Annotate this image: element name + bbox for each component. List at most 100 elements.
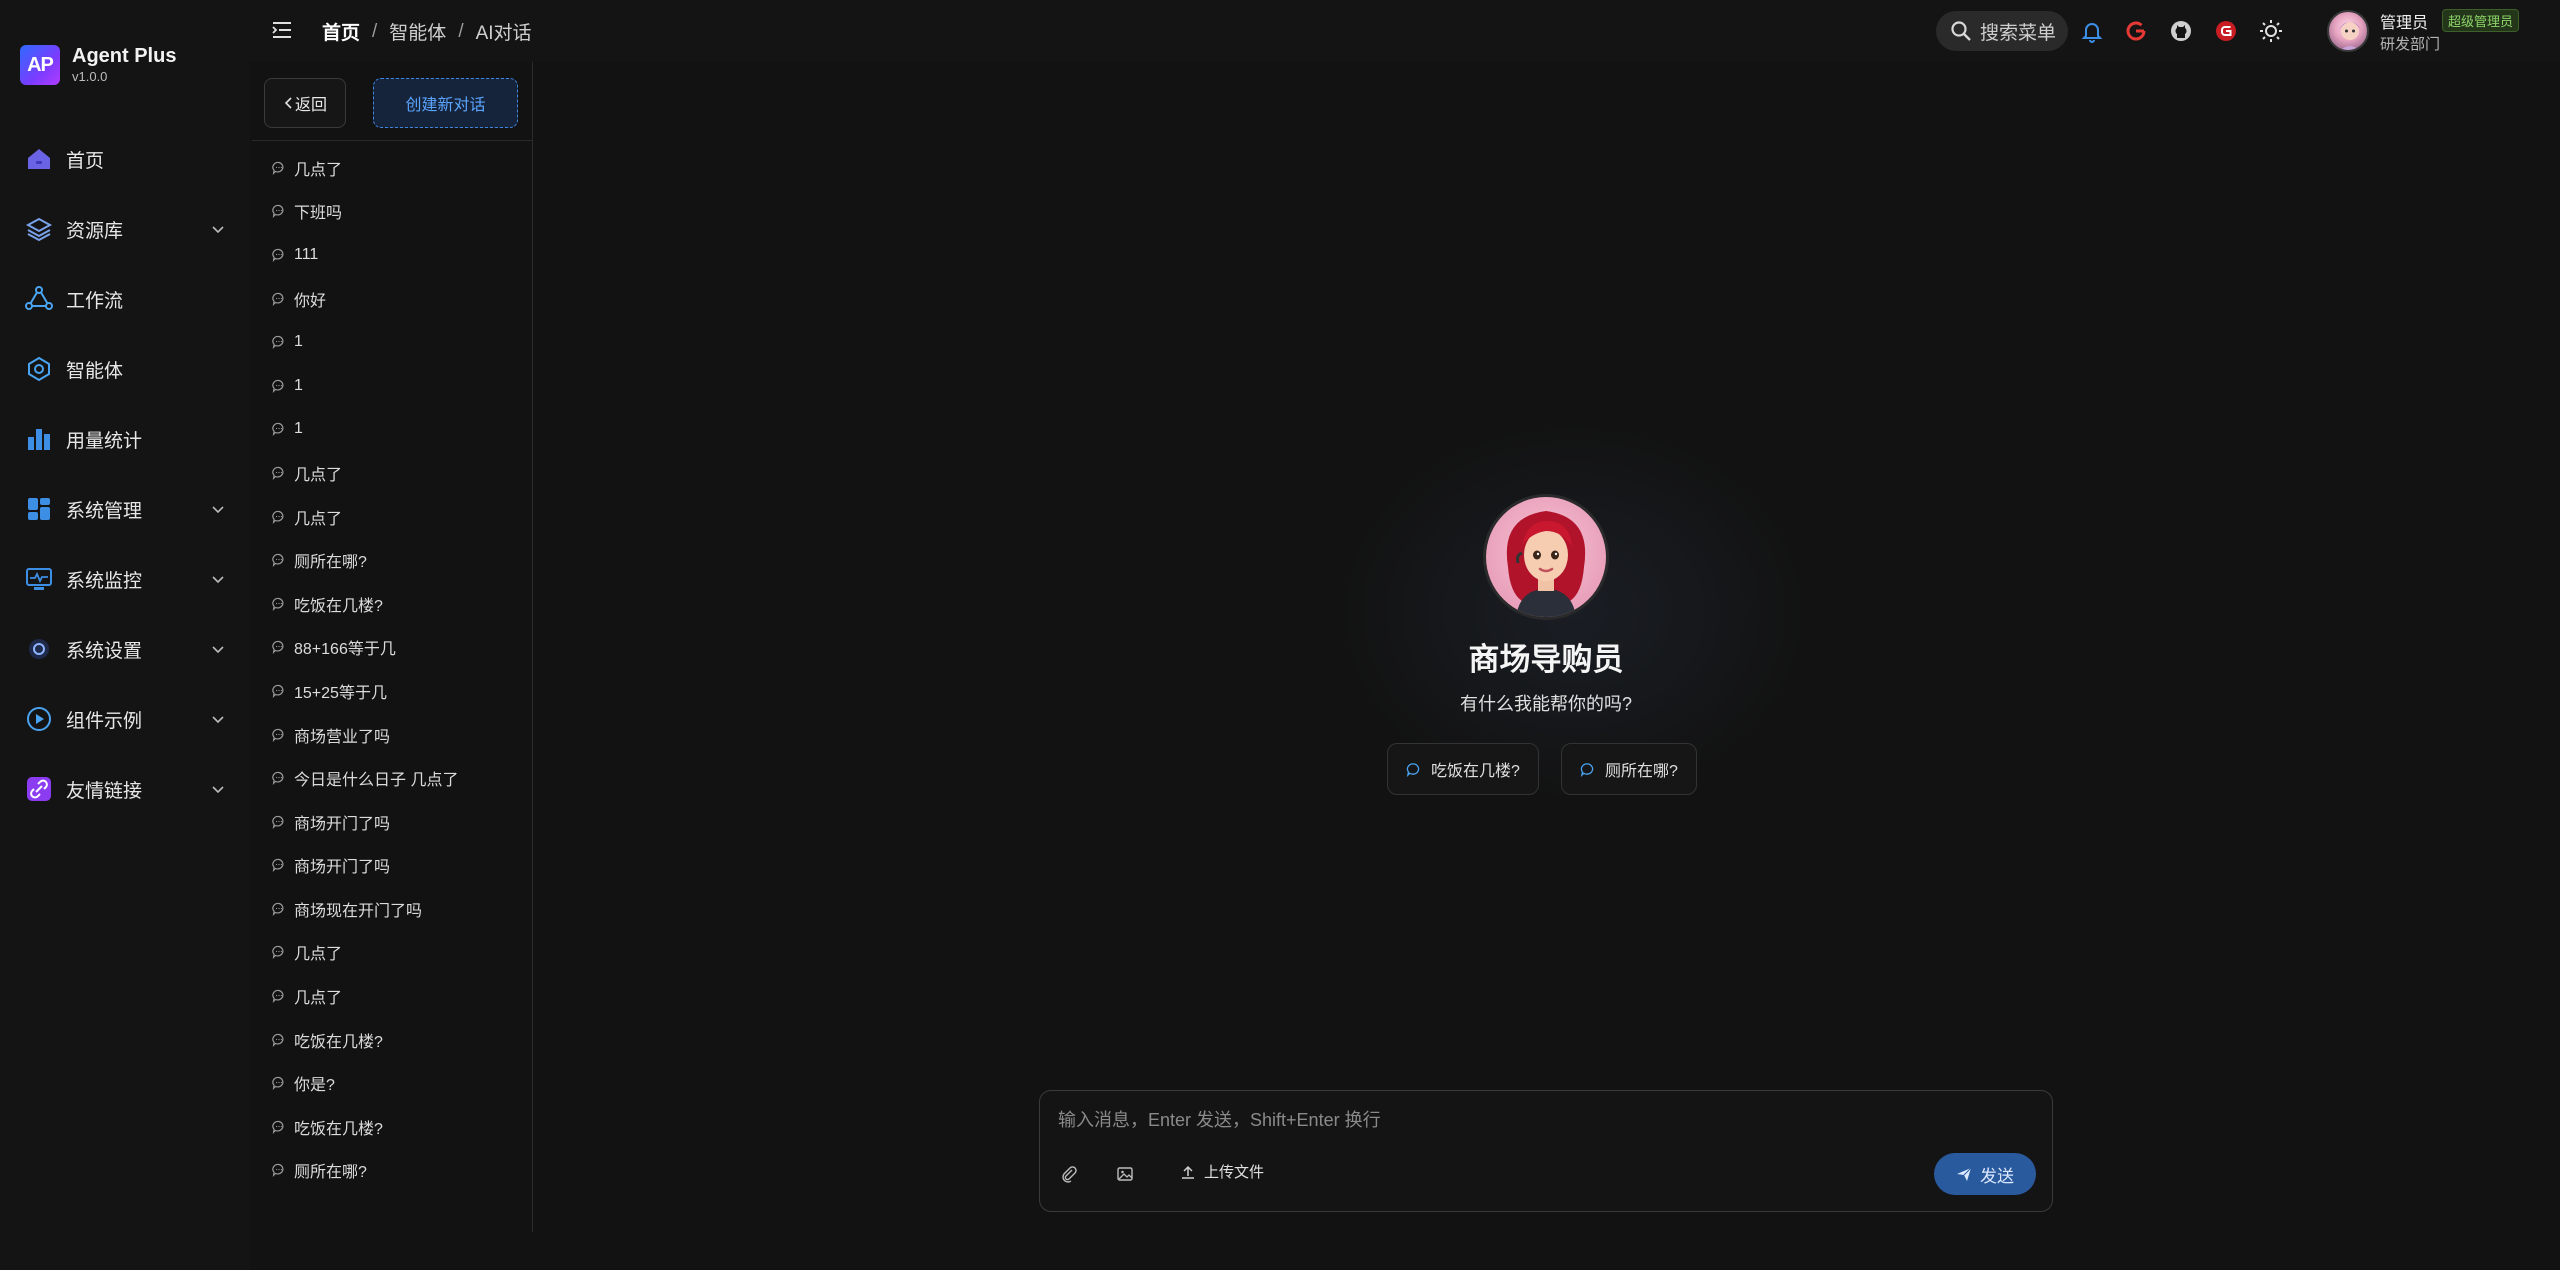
- user-role-badge: 超级管理员: [2442, 9, 2520, 32]
- chat-bubble-icon: [272, 205, 284, 219]
- conversation-title: 商场现在开门了吗: [294, 902, 423, 920]
- conversation-item[interactable]: 1: [252, 408, 533, 452]
- sidebar-item-usage[interactable]: 用量统计: [0, 404, 250, 474]
- conversation-item[interactable]: 吃饭在几楼?: [252, 1105, 533, 1149]
- conversation-item[interactable]: 1: [252, 320, 533, 364]
- back-button[interactable]: 返回: [264, 78, 346, 128]
- brand-logo: AP: [20, 45, 60, 85]
- conversation-title: 几点了: [294, 466, 343, 484]
- chat-bubble-icon: [272, 946, 284, 960]
- conversation-item[interactable]: 你好: [252, 277, 533, 321]
- conversation-item[interactable]: 厕所在哪?: [252, 1149, 533, 1193]
- suggestion-chip[interactable]: 厕所在哪?: [1561, 743, 1697, 795]
- chevron-down-icon: [212, 226, 224, 234]
- conversation-item[interactable]: 商场开门了吗: [252, 800, 533, 844]
- sidebar-item-label: 系统管理: [66, 500, 143, 522]
- play-icon: [24, 704, 54, 734]
- sidebar-item-home[interactable]: 首页: [0, 124, 250, 194]
- notification-bell-icon[interactable]: [2078, 17, 2106, 45]
- chat-bubble-icon: [272, 815, 284, 829]
- conversation-item[interactable]: 商场开门了吗: [252, 844, 533, 888]
- conversation-item[interactable]: 几点了: [252, 495, 533, 539]
- sidebar-item-label: 系统监控: [66, 570, 143, 592]
- chat-bubble-icon: [272, 772, 284, 786]
- chat-bubble-icon: [1406, 762, 1420, 777]
- sidebar-item-system-admin[interactable]: 系统管理: [0, 474, 250, 544]
- menu-toggle-icon[interactable]: [270, 18, 294, 42]
- conversation-item[interactable]: 15+25等于几: [252, 669, 533, 713]
- conversation-item[interactable]: 几点了: [252, 931, 533, 975]
- gitee-icon[interactable]: [2212, 17, 2240, 45]
- settings-icon: [24, 634, 54, 664]
- breadcrumb-item-current: AI对话: [475, 23, 532, 44]
- breadcrumb-item-home[interactable]: 首页: [322, 18, 360, 45]
- agent-icon: [24, 354, 54, 384]
- send-button[interactable]: 发送: [1934, 1153, 2036, 1195]
- conversation-title: 15+25等于几: [294, 684, 387, 702]
- conversation-item[interactable]: 厕所在哪?: [252, 538, 533, 582]
- brand[interactable]: AP Agent Plus v1.0.0: [20, 44, 176, 86]
- breadcrumb-separator: /: [372, 20, 378, 42]
- chat-bubble-icon: [272, 292, 284, 306]
- suggestion-chip[interactable]: 吃饭在几楼?: [1387, 743, 1539, 795]
- agent-avatar: [1486, 497, 1606, 617]
- sidebar-item-system-monitor[interactable]: 系统监控: [0, 544, 250, 614]
- github-icon[interactable]: [2167, 17, 2195, 45]
- suggestion-label: 吃饭在几楼?: [1431, 763, 1520, 780]
- conversation-item[interactable]: 你是?: [252, 1061, 533, 1105]
- workflow-icon: [24, 284, 54, 314]
- chat-bubble-icon: [272, 684, 284, 698]
- conversation-item[interactable]: 商场营业了吗: [252, 713, 533, 757]
- sidebar: AP Agent Plus v1.0.0 首页 资源库 工作流 智能体 用量统计…: [0, 0, 250, 1270]
- conversation-item[interactable]: 商场现在开门了吗: [252, 887, 533, 931]
- attachment-paperclip-icon[interactable]: [1058, 1163, 1080, 1185]
- send-plane-icon: [1957, 1167, 1972, 1181]
- conversation-title: 吃饭在几楼?: [294, 1033, 383, 1051]
- chat-bubble-icon: [272, 466, 284, 480]
- sidebar-item-components[interactable]: 组件示例: [0, 684, 250, 754]
- conversation-item[interactable]: 88+166等于几: [252, 626, 533, 670]
- sidebar-item-workflow[interactable]: 工作流: [0, 264, 250, 334]
- message-input[interactable]: [1058, 1105, 2018, 1135]
- chat-bubble-icon: [272, 1164, 284, 1178]
- link-icon: [24, 774, 54, 804]
- conversation-title: 厕所在哪?: [294, 1164, 367, 1182]
- sidebar-item-links[interactable]: 友情链接: [0, 754, 250, 824]
- breadcrumb-item-agents[interactable]: 智能体: [389, 18, 446, 45]
- conversation-item[interactable]: 下班吗: [252, 190, 533, 234]
- sidebar-item-label: 系统设置: [66, 640, 143, 662]
- agent-greeting: 有什么我能帮你的吗?: [1459, 694, 1632, 714]
- conversation-item[interactable]: 吃饭在几楼?: [252, 582, 533, 626]
- message-composer: 上传文件 发送: [1039, 1090, 2053, 1212]
- upload-file-button[interactable]: 上传文件: [1180, 1161, 1264, 1182]
- conversation-item[interactable]: 1: [252, 364, 533, 408]
- conversation-item[interactable]: 吃饭在几楼?: [252, 1018, 533, 1062]
- image-upload-icon[interactable]: [1114, 1163, 1136, 1185]
- user-avatar[interactable]: [2327, 10, 2369, 52]
- back-button-label: 返回: [294, 97, 327, 114]
- conversation-item[interactable]: 今日是什么日子 几点了: [252, 756, 533, 800]
- conversation-item[interactable]: 几点了: [252, 146, 533, 190]
- search-menu-button[interactable]: 搜索菜单: [1936, 11, 2068, 51]
- chat-main: 商场导购员 有什么我能帮你的吗? 吃饭在几楼? 厕所在哪? 上传文件: [534, 62, 2560, 1270]
- conversation-title: 你好: [294, 292, 327, 310]
- conversation-title: 吃饭在几楼?: [294, 597, 383, 615]
- sidebar-item-agents[interactable]: 智能体: [0, 334, 250, 404]
- brand-name: Agent Plus: [72, 45, 177, 67]
- google-icon[interactable]: [2122, 17, 2150, 45]
- conversation-item[interactable]: 几点了: [252, 451, 533, 495]
- user-name: 管理员: [2380, 15, 2429, 32]
- conversation-item[interactable]: 几点了: [252, 974, 533, 1018]
- new-conversation-button[interactable]: 创建新对话: [373, 78, 518, 128]
- sidebar-item-system-settings[interactable]: 系统设置: [0, 614, 250, 684]
- conversation-item[interactable]: 111: [252, 233, 533, 277]
- chat-bubble-icon: [272, 336, 284, 350]
- theme-toggle-sun-icon[interactable]: [2257, 17, 2285, 45]
- chevron-down-icon: [212, 646, 224, 654]
- upload-file-label: 上传文件: [1204, 1164, 1265, 1181]
- sidebar-item-resources[interactable]: 资源库: [0, 194, 250, 264]
- conversation-title: 你是?: [294, 1077, 335, 1095]
- panel-divider: [252, 140, 533, 141]
- chat-bubble-icon: [272, 1033, 284, 1047]
- bar-chart-icon: [24, 424, 54, 454]
